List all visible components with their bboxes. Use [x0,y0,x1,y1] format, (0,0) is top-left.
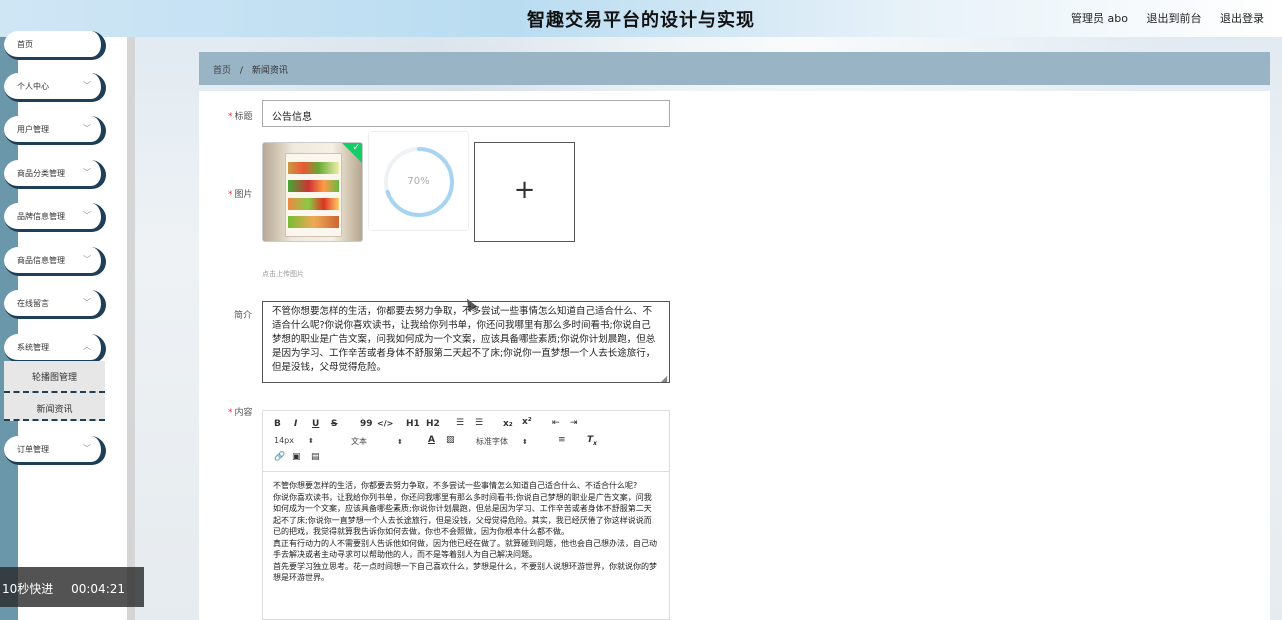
resize-handle-icon[interactable]: ◢ [661,374,667,383]
fast-forward-label[interactable]: 10秒快进 [2,582,53,596]
superscript-button[interactable]: x² [522,417,532,427]
sidebar-item-users[interactable]: 用户管理 ﹀ [4,116,105,144]
title-input[interactable]: 公告信息 [262,100,670,127]
breadcrumb: 首页 / 新闻资讯 [199,52,1270,85]
sidebar-item-home[interactable]: 首页 [4,31,105,59]
chevron-down-icon: ﹀ [83,211,91,220]
intro-textarea[interactable]: 不管你想要怎样的生活，你都要去努力争取，不多尝试一些事情怎么知道自己适合什么、不… [262,301,670,383]
bullet-list-icon[interactable]: ☰ [475,418,483,428]
sidebar-item-label: 商品分类管理 [17,169,65,178]
chevron-down-icon: ﹀ [83,168,91,177]
chevron-down-icon: ﹀ [83,444,91,453]
sidebar-item-label: 商品信息管理 [17,256,65,265]
chevron-down-icon: ﹀ [83,255,91,264]
system-submenu: 轮播图管理 新闻资讯 [4,361,105,421]
chevron-down-icon: ﹀ [83,124,91,133]
sidebar-item-label: 系统管理 [17,343,49,352]
check-icon: ✓ [352,143,360,153]
intro-label: 简介 [234,311,253,321]
upload-hint: 点击上传图片 [262,270,304,278]
title-label: * 标题 [228,112,253,122]
sidebar-item-messages[interactable]: 在线留言 ﹀ [4,290,105,318]
sidebar-scrollbar[interactable] [127,37,135,620]
background-color-icon[interactable]: ▨ [446,435,455,445]
sidebar-item-label: 个人中心 [17,82,49,91]
underline-button[interactable]: U [312,419,319,429]
breadcrumb-home[interactable]: 首页 [213,66,231,76]
rich-text-editor: B I U S 99 </> H1 H2 ☰ ☰ x₂ x² ⇤ ⇥ 14px ⬍… [262,410,670,620]
submenu-item-carousel[interactable]: 轮播图管理 [4,361,105,391]
sidebar-item-label: 订单管理 [17,445,49,454]
sidebar-item-orders[interactable]: 订单管理 ﹀ [4,436,105,464]
font-family-select[interactable]: 标准字体 ⬍ [476,436,528,447]
editor-toolbar: B I U S 99 </> H1 H2 ☰ ☰ x₂ x² ⇤ ⇥ 14px ⬍… [263,411,669,472]
indent-icon[interactable]: ⇥ [570,418,578,428]
h2-button[interactable]: H2 [426,419,440,429]
chevron-up-icon: ︿ [83,342,91,351]
code-button[interactable]: </> [377,419,393,428]
user-label: 管理员 abo [1071,12,1128,25]
upload-progress: 70% [368,131,469,231]
sidebar-item-label: 品牌信息管理 [17,212,65,221]
content-label: * 内容 [228,408,253,418]
plus-icon: + [513,175,536,205]
ordered-list-icon[interactable]: ☰ [456,418,464,428]
subscript-button[interactable]: x₂ [503,419,513,429]
playback-time: 00:04:21 [71,582,126,596]
front-link[interactable]: 退出到前台 [1147,12,1202,25]
fridge-image [285,153,342,237]
italic-button[interactable]: I [294,419,297,429]
sidebar-item-brands[interactable]: 品牌信息管理 ﹀ [4,203,105,231]
sidebar-item-label: 在线留言 [17,299,49,308]
strike-button[interactable]: S [331,419,337,429]
image-icon[interactable]: ▣ [292,452,301,462]
h1-button[interactable]: H1 [406,419,420,429]
align-icon[interactable]: ≡ [558,435,566,445]
sidebar-item-profile[interactable]: 个人中心 ﹀ [4,73,105,101]
bold-button[interactable]: B [274,419,281,429]
sidebar-item-label: 首页 [17,40,33,49]
link-icon[interactable]: 🔗 [274,452,285,462]
outdent-icon[interactable]: ⇤ [552,418,560,428]
uploaded-image[interactable]: ✓ [262,142,363,242]
breadcrumb-current: 新闻资讯 [251,66,288,76]
editor-content[interactable]: 不管你想要怎样的生活，你都要去努力争取，不多尝试一些事情怎么知道自己适合什么、不… [263,472,669,620]
sidebar-item-categories[interactable]: 商品分类管理 ﹀ [4,160,105,188]
logout-link[interactable]: 退出登录 [1220,12,1264,25]
progress-text: 70% [407,176,430,187]
video-icon[interactable]: ▤ [311,452,320,462]
sidebar-item-products[interactable]: 商品信息管理 ﹀ [4,247,105,275]
top-header: 智趣交易平台的设计与实现 管理员 abo 退出到前台 退出登录 [0,0,1282,37]
sidebar: 首页 个人中心 ﹀ 用户管理 ﹀ 商品分类管理 ﹀ 品牌信息管理 ﹀ 商品信息管… [0,31,135,620]
text-type-select[interactable]: 文本 ⬍ [351,436,403,447]
quote-button[interactable]: 99 [360,419,373,429]
image-label: * 图片 [228,190,253,200]
clear-format-icon[interactable]: Tx [587,435,597,447]
breadcrumb-separator: / [239,66,243,76]
header-nav: 管理员 abo 退出到前台 退出登录 [1056,10,1264,26]
sidebar-item-label: 用户管理 [17,125,49,134]
chevron-down-icon: ﹀ [83,81,91,90]
font-size-select[interactable]: 14px ⬍ [274,436,314,445]
sidebar-item-system[interactable]: 系统管理 ︿ [4,334,105,362]
font-color-icon[interactable]: A [428,435,435,445]
chevron-down-icon: ﹀ [83,298,91,307]
video-overlay: 10秒快进 00:04:21 [0,567,144,607]
submenu-item-news[interactable]: 新闻资讯 [4,391,105,421]
add-image-button[interactable]: + [474,142,575,242]
